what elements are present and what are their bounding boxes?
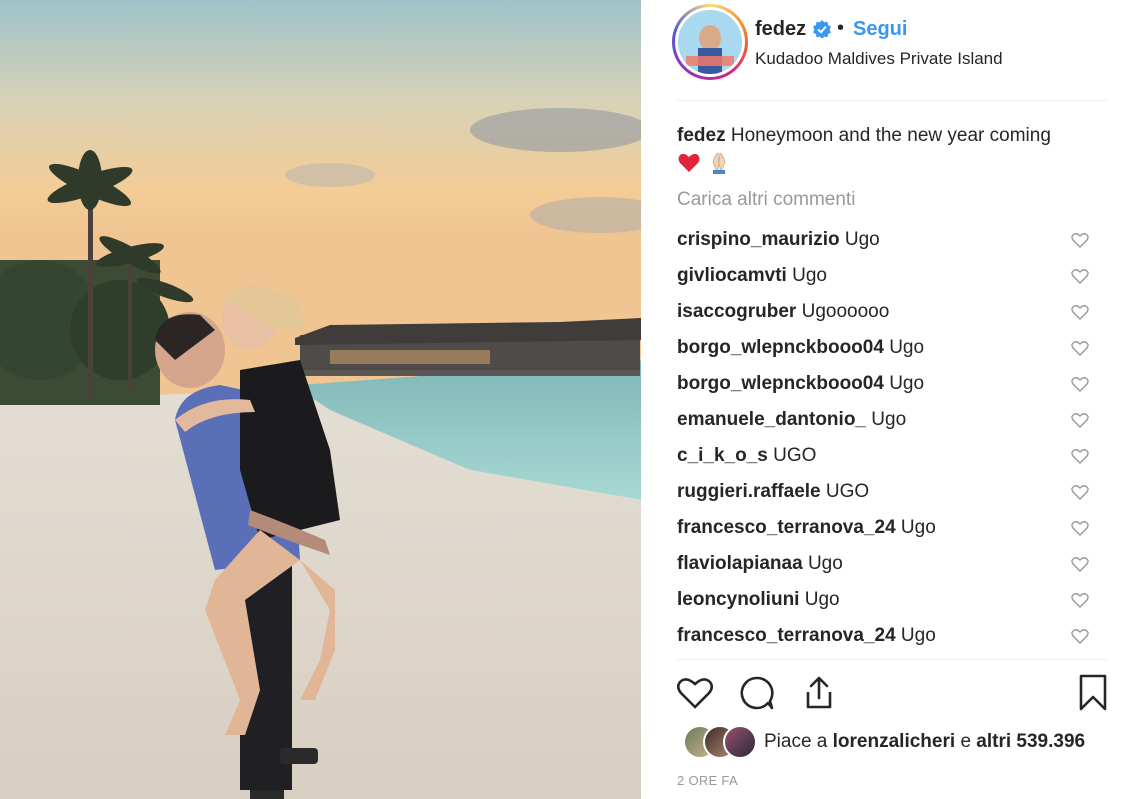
share-icon[interactable] (801, 674, 837, 710)
comment-heart-icon[interactable] (1071, 448, 1089, 464)
actions-divider (677, 659, 1107, 660)
comment-username[interactable]: givliocamvti (677, 265, 787, 286)
load-more-comments-button[interactable]: Carica altri commenti (677, 189, 855, 211)
header-divider (677, 100, 1107, 101)
comment-text: Ugo (900, 517, 936, 538)
beach-photo (0, 0, 641, 799)
follow-button[interactable]: Segui (853, 18, 907, 41)
likes-user[interactable]: lorenzalicheri (833, 731, 956, 752)
comment-icon[interactable] (739, 675, 775, 711)
comment-row: borgo_wlepnckbooo04 Ugo (677, 366, 1107, 402)
comment-heart-icon[interactable] (1071, 520, 1089, 536)
comment-text: Ugo (900, 625, 936, 646)
comment-heart-icon[interactable] (1071, 376, 1089, 392)
avatar-image (678, 10, 742, 74)
comment-row: emanuele_dantonio_ Ugo (677, 402, 1107, 438)
comment-username[interactable]: borgo_wlepnckbooo04 (677, 337, 884, 358)
likes-prefix: Piace a (764, 731, 828, 752)
comment-row: francesco_terranova_24 Ugo (677, 510, 1107, 546)
comment-heart-icon[interactable] (1071, 628, 1089, 644)
caption-emoji (677, 150, 1107, 178)
caption-username[interactable]: fedez (677, 125, 726, 146)
comment-row: ruggieri.raffaele UGO (677, 474, 1107, 510)
comment-text: Ugo (807, 553, 843, 574)
comment-heart-icon[interactable] (1071, 232, 1089, 248)
comment-heart-icon[interactable] (1071, 592, 1089, 608)
comment-text: Ugoooooo (801, 301, 890, 322)
comment-heart-icon[interactable] (1071, 412, 1089, 428)
post-caption: fedez Honeymoon and the new year coming (677, 122, 1107, 178)
comment-row: borgo_wlepnckbooo04 Ugo (677, 330, 1107, 366)
comment-row: leoncynoliuni Ugo (677, 582, 1107, 618)
comment-heart-icon[interactable] (1071, 484, 1089, 500)
verified-badge-icon (813, 20, 831, 38)
comment-text: Ugo (889, 337, 925, 358)
comment-username[interactable]: isaccogruber (677, 301, 796, 322)
liker-avatar[interactable] (723, 725, 757, 759)
comment-row: isaccogruber Ugoooooo (677, 294, 1107, 330)
comment-text: UGO (773, 445, 817, 466)
post-username[interactable]: fedez (755, 18, 806, 41)
comment-row: c_i_k_o_s UGO (677, 438, 1107, 474)
comment-text: Ugo (792, 265, 827, 286)
post-photo[interactable] (0, 0, 641, 799)
comment-list: crispino_maurizio Ugo givliocamvti Ugo isa… (677, 222, 1107, 654)
comment-heart-icon[interactable] (1071, 556, 1089, 572)
heart-icon[interactable] (677, 676, 713, 710)
comment-username[interactable]: emanuele_dantonio_ (677, 409, 866, 430)
heart-pray-emoji-icon (678, 152, 726, 174)
separator-dot: • (837, 17, 845, 39)
post-location[interactable]: Kudadoo Maldives Private Island (755, 49, 1003, 69)
instagram-post: fedez • Segui Kudadoo Maldives Private I… (0, 0, 1124, 799)
likes-middle: e (960, 731, 972, 752)
comment-text: Ugo (889, 373, 925, 394)
comment-heart-icon[interactable] (1071, 268, 1089, 284)
comment-username[interactable]: c_i_k_o_s (677, 445, 768, 466)
likes-row: Piace a lorenzalicheri e altri 539.396 (677, 723, 1107, 763)
comment-username[interactable]: borgo_wlepnckbooo04 (677, 373, 884, 394)
comment-row: crispino_maurizio Ugo (677, 222, 1107, 258)
comment-username[interactable]: leoncynoliuni (677, 589, 799, 610)
comment-text: UGO (825, 481, 870, 502)
comment-row: givliocamvti Ugo (677, 258, 1107, 294)
comment-row: francesco_terranova_24 Ugo (677, 618, 1107, 654)
comment-username[interactable]: francesco_terranova_24 (677, 517, 896, 538)
comment-heart-icon[interactable] (1071, 340, 1089, 356)
bookmark-icon[interactable] (1079, 674, 1107, 712)
post-header: fedez • Segui Kudadoo Maldives Private I… (641, 0, 1124, 100)
post-timestamp[interactable]: 2 ORE FA (677, 773, 738, 788)
caption-text: Honeymoon and the new year coming (730, 125, 1051, 146)
comment-username[interactable]: crispino_maurizio (677, 229, 840, 250)
comment-heart-icon[interactable] (1071, 304, 1089, 320)
comment-text: Ugo (871, 409, 907, 430)
comment-username[interactable]: francesco_terranova_24 (677, 625, 896, 646)
post-panel: fedez • Segui Kudadoo Maldives Private I… (641, 0, 1124, 799)
likes-others[interactable]: altri 539.396 (976, 731, 1085, 752)
likes-text: Piace a lorenzalicheri e altri 539.396 (764, 731, 1085, 753)
avatar[interactable] (672, 4, 748, 80)
comment-username[interactable]: ruggieri.raffaele (677, 481, 821, 502)
comment-text: Ugo (844, 229, 880, 250)
comment-row: flaviolapianaa Ugo (677, 546, 1107, 582)
action-bar (677, 672, 1107, 716)
comment-username[interactable]: flaviolapianaa (677, 553, 803, 574)
comment-text: Ugo (804, 589, 840, 610)
